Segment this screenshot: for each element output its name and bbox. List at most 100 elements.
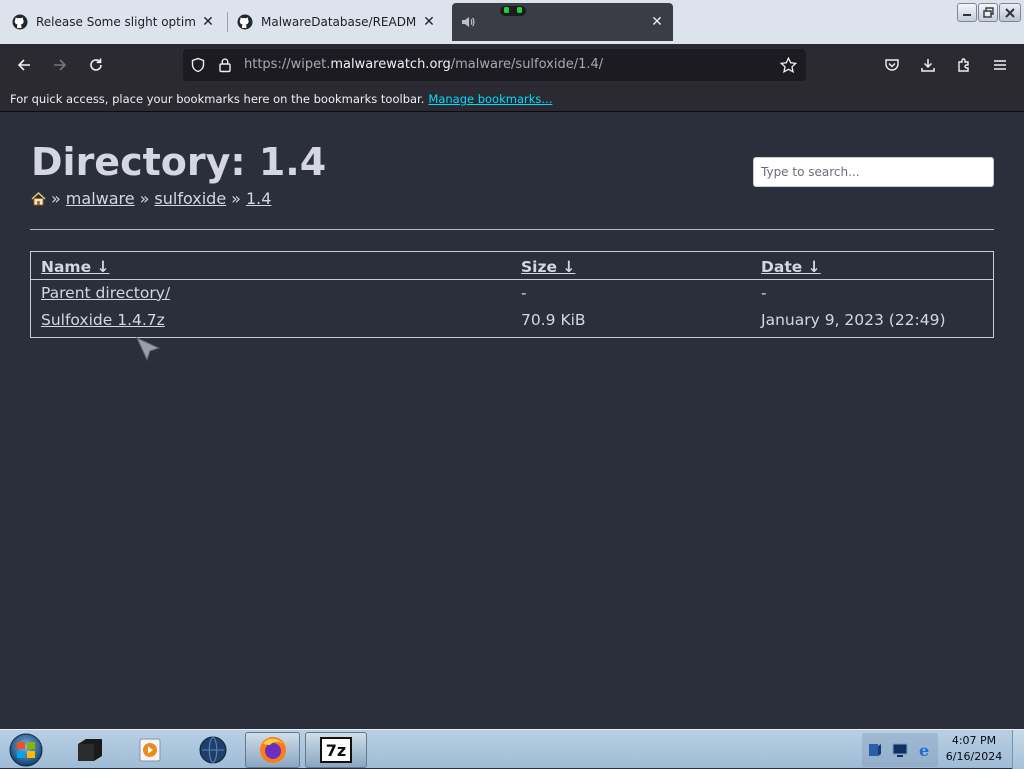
firefox-icon xyxy=(259,737,286,763)
divider xyxy=(30,229,994,230)
close-tab-icon[interactable]: ✕ xyxy=(649,14,665,30)
tracking-shield-icon[interactable] xyxy=(190,57,206,73)
search-input[interactable] xyxy=(753,157,994,187)
breadcrumb-separator: » xyxy=(231,189,241,208)
url-prefix: https://wipet. xyxy=(244,57,331,72)
arrow-left-icon xyxy=(17,59,30,71)
sound-playing-icon[interactable] xyxy=(460,14,476,30)
tab-readme[interactable]: MalwareDatabase/README.md ✕ xyxy=(229,3,445,41)
table-header-row: Name ↓ Size ↓ Date ↓ xyxy=(31,252,993,280)
taskbar-7zip[interactable]: 7z xyxy=(305,732,367,768)
file-table: Name ↓ Size ↓ Date ↓ Parent directory/ -… xyxy=(31,252,993,333)
cell-date: - xyxy=(761,283,767,302)
github-icon xyxy=(237,14,253,30)
clock-date: 6/16/2024 xyxy=(945,750,1003,763)
mouse-cursor-icon xyxy=(135,336,161,362)
sort-by-date-link[interactable]: Date ↓ xyxy=(761,258,821,276)
breadcrumb-separator: » xyxy=(51,189,61,208)
back-button[interactable] xyxy=(11,52,37,78)
menu-button[interactable] xyxy=(987,52,1013,78)
close-tab-icon[interactable]: ✕ xyxy=(200,14,216,30)
taskbar-media-player[interactable] xyxy=(130,732,170,768)
tab-divider xyxy=(227,12,228,32)
alien-icon xyxy=(500,6,526,16)
download-icon xyxy=(921,59,935,72)
github-icon xyxy=(12,14,28,30)
forward-button[interactable] xyxy=(47,52,73,78)
globe-icon xyxy=(199,736,227,764)
file-listing: Name ↓ Size ↓ Date ↓ Parent directory/ -… xyxy=(30,251,994,338)
internet-explorer-icon[interactable]: e xyxy=(916,741,934,759)
7zip-icon: 7z xyxy=(320,737,352,763)
column-header-size: Size ↓ xyxy=(511,252,751,280)
start-button[interactable] xyxy=(5,732,47,768)
minimize-button[interactable] xyxy=(957,3,977,22)
bookmark-star-icon[interactable] xyxy=(780,57,797,73)
taskbar: 7z e 4:07 PM 6/16/2024 xyxy=(0,729,1024,769)
column-header-name: Name ↓ xyxy=(31,252,511,280)
cell-size: 70.9 KiB xyxy=(521,310,586,329)
pocket-icon xyxy=(885,59,899,71)
tab-active[interactable]: ✕ xyxy=(452,3,673,41)
taskbar-media-center[interactable] xyxy=(70,732,110,768)
reload-icon xyxy=(90,58,102,71)
media-player-icon xyxy=(139,738,161,762)
breadcrumb-version[interactable]: 1.4 xyxy=(246,189,271,208)
url-bar[interactable]: https://wipet.malwarewatch.org/malware/s… xyxy=(183,49,806,81)
breadcrumb-sulfoxide[interactable]: sulfoxide xyxy=(154,189,226,208)
breadcrumb-separator: » xyxy=(139,189,150,208)
minimize-icon xyxy=(963,13,971,16)
close-tab-icon[interactable]: ✕ xyxy=(421,14,437,30)
restore-icon xyxy=(982,7,994,18)
arrow-right-icon xyxy=(54,59,67,71)
svg-text:e: e xyxy=(919,741,929,759)
sort-by-size-link[interactable]: Size ↓ xyxy=(521,258,575,276)
breadcrumb: » malware » sulfoxide » 1.4 xyxy=(31,189,271,208)
clock[interactable]: 4:07 PM 6/16/2024 xyxy=(940,733,1008,765)
cell-size: - xyxy=(521,283,527,302)
navigation-toolbar: https://wipet.malwarewatch.org/malware/s… xyxy=(0,44,1024,86)
parent-directory-link[interactable]: Parent directory/ xyxy=(41,284,170,302)
manage-bookmarks-link[interactable]: Manage bookmarks... xyxy=(428,92,552,106)
clock-time: 4:07 PM xyxy=(951,734,997,747)
taskbar-firefox[interactable] xyxy=(245,732,300,768)
pocket-button[interactable] xyxy=(879,52,905,78)
media-center-icon xyxy=(78,739,102,761)
hamburger-menu-icon xyxy=(994,60,1006,70)
cell-date: January 9, 2023 (22:49) xyxy=(761,310,946,329)
bookmarks-hint: For quick access, place your bookmarks h… xyxy=(10,92,552,106)
tab-release[interactable]: Release Some slight optimalizat ✕ xyxy=(4,3,224,41)
file-link[interactable]: Sulfoxide 1.4.7z xyxy=(41,311,165,329)
close-icon xyxy=(1005,7,1015,18)
taskbar-globe[interactable] xyxy=(193,732,233,768)
url-text[interactable]: https://wipet.malwarewatch.org/malware/s… xyxy=(244,57,603,72)
page-content: Directory: 1.4 » malware » sulfoxide » 1… xyxy=(0,113,1024,729)
show-desktop-button[interactable] xyxy=(1012,730,1024,769)
lock-icon[interactable] xyxy=(218,57,232,73)
tab-strip: Release Some slight optimalizat ✕ Malwar… xyxy=(0,0,1024,44)
extensions-button[interactable] xyxy=(951,52,977,78)
reload-button[interactable] xyxy=(83,52,109,78)
cell-name: Sulfoxide 1.4.7z xyxy=(31,306,511,333)
breadcrumb-malware[interactable]: malware xyxy=(66,189,135,208)
system-tray: e xyxy=(862,733,938,767)
sort-by-name-link[interactable]: Name ↓ xyxy=(41,258,109,276)
bookmarks-toolbar: For quick access, place your bookmarks h… xyxy=(0,86,1024,112)
restore-button[interactable] xyxy=(978,3,998,22)
url-host: malwarewatch.org xyxy=(330,57,451,72)
bookmarks-hint-text: For quick access, place your bookmarks h… xyxy=(10,92,425,106)
home-icon[interactable] xyxy=(31,191,46,206)
table-row: Sulfoxide 1.4.7z 70.9 KiB January 9, 202… xyxy=(31,306,993,333)
downloads-button[interactable] xyxy=(915,52,941,78)
column-header-date: Date ↓ xyxy=(751,252,993,280)
close-window-button[interactable] xyxy=(999,3,1021,22)
puzzle-icon xyxy=(958,58,969,72)
tab-title: MalwareDatabase/README.md xyxy=(261,15,417,29)
action-center-icon[interactable] xyxy=(866,741,884,759)
url-path: /malware/sulfoxide/1.4/ xyxy=(450,57,604,72)
window-controls xyxy=(957,3,1021,22)
cell-name: Parent directory/ xyxy=(31,279,511,306)
tab-title: Release Some slight optimalizat xyxy=(36,15,196,29)
network-icon[interactable] xyxy=(891,741,909,759)
page-title: Directory: 1.4 xyxy=(31,140,327,184)
